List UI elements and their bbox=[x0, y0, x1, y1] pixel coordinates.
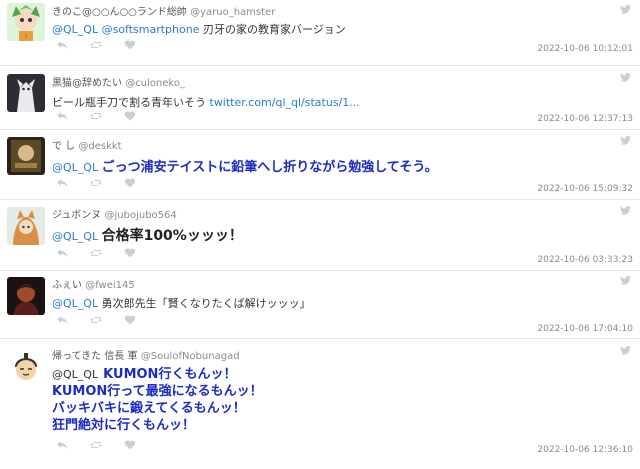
reply-icon[interactable] bbox=[56, 315, 68, 325]
avatar[interactable] bbox=[7, 207, 45, 245]
retweet-icon[interactable] bbox=[90, 111, 102, 121]
twitter-bird-icon bbox=[620, 73, 631, 82]
display-name[interactable]: 帰ってきた 信長 軍 bbox=[52, 351, 138, 362]
twitter-bird-icon bbox=[620, 206, 631, 215]
heart-icon[interactable] bbox=[124, 111, 136, 121]
tweet-text: @QL_QL KUMON行くもんッ！ KUMON行って最強になるもんッ！ バッキ… bbox=[52, 367, 263, 433]
mention-link[interactable]: @QL_QL bbox=[52, 368, 98, 381]
screen-name[interactable]: @yaruo_hamster bbox=[190, 7, 275, 18]
tweet-text: @QL_QL ごっつ浦安テイストに鉛筆へし折りながら勉強してそう。 bbox=[52, 160, 438, 175]
heart-icon[interactable] bbox=[124, 440, 136, 450]
reply-icon[interactable] bbox=[56, 40, 68, 50]
screen-name[interactable]: @deskkt bbox=[78, 141, 121, 152]
timestamp[interactable]: 2022-10-06 10:12:01 bbox=[537, 44, 633, 54]
tweet-header: 帰ってきた 信長 軍 @SoulofNobunagad bbox=[52, 347, 240, 362]
tweet-item: ! きのこ@○○ん○○ランド総帥 @yaruo_hamster @QL_QL @… bbox=[0, 0, 640, 66]
tweet-link[interactable]: twitter.com/ql_ql/status/1... bbox=[210, 96, 360, 109]
tweet-item: ふぇい @fwei145 @QL_QL 勇次郎先生「賢くなりたくば解けッッッ」 … bbox=[0, 271, 640, 339]
mention-link[interactable]: @QL_QL bbox=[52, 297, 98, 310]
mention-link[interactable]: @QL_QL @softsmartphone bbox=[52, 23, 199, 36]
tweet-actions bbox=[56, 315, 136, 325]
display-name[interactable]: で し bbox=[52, 141, 75, 152]
reply-icon[interactable] bbox=[56, 248, 68, 258]
timestamp[interactable]: 2022-10-06 12:37:13 bbox=[537, 114, 633, 124]
retweet-icon[interactable] bbox=[90, 440, 102, 450]
svg-text:!: ! bbox=[25, 33, 28, 41]
display-name[interactable]: きのこ@○○ん○○ランド総帥 bbox=[52, 7, 187, 18]
heart-icon[interactable] bbox=[124, 248, 136, 258]
retweet-icon[interactable] bbox=[90, 315, 102, 325]
tweet-actions bbox=[56, 440, 136, 450]
twitter-bird-icon bbox=[620, 276, 631, 285]
twitter-bird-icon bbox=[620, 136, 631, 145]
reply-icon[interactable] bbox=[56, 440, 68, 450]
heart-icon[interactable] bbox=[124, 315, 136, 325]
avatar[interactable] bbox=[7, 137, 45, 175]
tweet-item: で し @deskkt @QL_QL ごっつ浦安テイストに鉛筆へし折りながら勉強… bbox=[0, 130, 640, 200]
heart-icon[interactable] bbox=[124, 178, 136, 188]
display-name[interactable]: ふぇい bbox=[52, 280, 82, 291]
retweet-icon[interactable] bbox=[90, 178, 102, 188]
twitter-bird-icon bbox=[620, 5, 631, 14]
tweet-item: 黒猫@辞めたい @culoneko_ ビール瓶手刀で割る青年いそう twitte… bbox=[0, 66, 640, 130]
avatar[interactable] bbox=[7, 347, 45, 385]
timestamp[interactable]: 2022-10-06 15:09:32 bbox=[537, 184, 633, 194]
tweet-text: ビール瓶手刀で割る青年いそう twitter.com/ql_ql/status/… bbox=[52, 96, 360, 109]
tweet-header: きのこ@○○ん○○ランド総帥 @yaruo_hamster bbox=[52, 3, 275, 18]
tweet-text: @QL_QL 勇次郎先生「賢くなりたくば解けッッッ」 bbox=[52, 297, 311, 310]
mention-link[interactable]: @QL_QL bbox=[52, 230, 98, 243]
avatar[interactable]: ! bbox=[7, 3, 45, 41]
timestamp[interactable]: 2022-10-06 17:04:10 bbox=[537, 324, 633, 334]
screen-name[interactable]: @jubojubo564 bbox=[105, 210, 177, 221]
timestamp[interactable]: 2022-10-06 12:36:10 bbox=[537, 445, 633, 455]
tweet-actions bbox=[56, 40, 136, 50]
reply-icon[interactable] bbox=[56, 111, 68, 121]
tweet-text: @QL_QL 合格率100%ッッッ！ bbox=[52, 228, 243, 244]
tweet-actions bbox=[56, 248, 136, 258]
avatar[interactable] bbox=[7, 74, 45, 112]
tweet-header: ジュボンヌ @jubojubo564 bbox=[52, 206, 177, 221]
twitter-bird-icon bbox=[620, 346, 631, 355]
avatar[interactable] bbox=[7, 277, 45, 315]
mention-link[interactable]: @QL_QL bbox=[52, 161, 98, 174]
screen-name[interactable]: @fwei145 bbox=[85, 280, 135, 291]
reply-icon[interactable] bbox=[56, 178, 68, 188]
display-name[interactable]: 黒猫@辞めたい bbox=[52, 78, 122, 89]
heart-icon[interactable] bbox=[124, 40, 136, 50]
tweet-item: 帰ってきた 信長 軍 @SoulofNobunagad @QL_QL KUMON… bbox=[0, 339, 640, 469]
display-name[interactable]: ジュボンヌ bbox=[52, 210, 101, 221]
tweet-actions bbox=[56, 178, 136, 188]
timestamp[interactable]: 2022-10-06 03:33:23 bbox=[537, 255, 633, 265]
tweet-item: ジュボンヌ @jubojubo564 @QL_QL 合格率100%ッッッ！ 20… bbox=[0, 200, 640, 271]
screen-name[interactable]: @culoneko_ bbox=[125, 78, 185, 89]
screen-name[interactable]: @SoulofNobunagad bbox=[141, 351, 240, 362]
tweet-header: ふぇい @fwei145 bbox=[52, 276, 135, 291]
tweet-text: @QL_QL @softsmartphone 刃牙の家の教育家バージョン bbox=[52, 23, 346, 36]
retweet-icon[interactable] bbox=[90, 248, 102, 258]
tweet-header: で し @deskkt bbox=[52, 137, 122, 152]
retweet-icon[interactable] bbox=[90, 40, 102, 50]
tweet-header: 黒猫@辞めたい @culoneko_ bbox=[52, 74, 185, 89]
tweet-actions bbox=[56, 111, 136, 121]
